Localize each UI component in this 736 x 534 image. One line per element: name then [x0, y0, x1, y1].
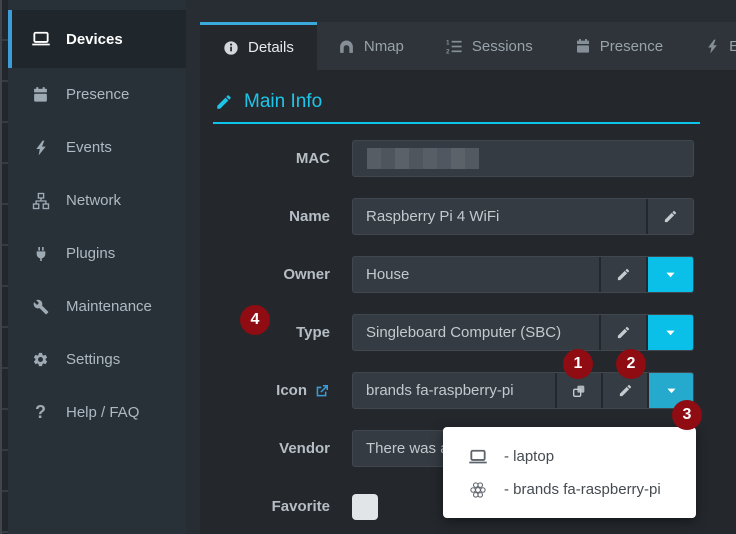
- gear-icon: [30, 351, 51, 368]
- tab-presence[interactable]: Presence: [554, 22, 684, 70]
- section-header: Main Info: [213, 70, 700, 124]
- mac-field[interactable]: [352, 140, 694, 177]
- tab-details[interactable]: Details: [200, 22, 317, 70]
- external-link-icon[interactable]: [314, 383, 330, 399]
- tab-label: Nmap: [364, 38, 404, 55]
- field-label: MAC: [213, 150, 352, 167]
- sidebar-item-label: Help / FAQ: [66, 404, 139, 421]
- tab-events[interactable]: Events: [684, 22, 736, 70]
- edit-name-button[interactable]: [646, 199, 693, 234]
- info-circle-icon: [223, 40, 239, 56]
- pencil-icon: [663, 209, 678, 224]
- dropdown-option-label: - brands fa-raspberry-pi: [504, 481, 661, 498]
- mac-value-redacted: [353, 141, 693, 176]
- sidebar-item-devices[interactable]: Devices: [8, 10, 186, 68]
- section-title-text: Main Info: [244, 91, 322, 113]
- sidebar-item-help[interactable]: ? Help / FAQ: [8, 386, 186, 439]
- tab-sessions[interactable]: 12 Sessions: [425, 22, 554, 70]
- sidebar-item-maintenance[interactable]: Maintenance: [8, 280, 186, 333]
- dropdown-option-raspberry-pi[interactable]: - brands fa-raspberry-pi: [467, 473, 696, 506]
- type-dropdown-button[interactable]: [646, 315, 693, 350]
- calendar-icon: [575, 38, 591, 54]
- annotation-badge-3: 3: [672, 400, 702, 430]
- sidebar-item-presence[interactable]: Presence: [8, 68, 186, 121]
- sidebar-item-label: Settings: [66, 351, 120, 368]
- tab-label: Presence: [600, 38, 663, 55]
- field-row-type: Type Singleboard Computer (SBC): [213, 314, 723, 351]
- svg-text:2: 2: [446, 48, 450, 54]
- raspberry-pi-icon: [467, 481, 489, 499]
- plug-icon: [30, 246, 51, 262]
- field-label: Name: [213, 208, 352, 225]
- field-row-owner: Owner House: [213, 256, 723, 293]
- field-row-name: Name Raspberry Pi 4 WiFi: [213, 198, 723, 235]
- sidebar-item-network[interactable]: Network: [8, 174, 186, 227]
- laptop-icon: [467, 447, 489, 467]
- name-field[interactable]: Raspberry Pi 4 WiFi: [353, 199, 646, 234]
- sidebar: Devices Presence Events Network Plugins …: [8, 0, 186, 534]
- field-row-icon: Icon brands fa-raspberry-pi: [213, 372, 723, 409]
- edit-icon-button[interactable]: [601, 373, 647, 408]
- calendar-icon: [30, 86, 51, 103]
- sidebar-item-settings[interactable]: Settings: [8, 333, 186, 386]
- sidebar-item-label: Devices: [66, 31, 123, 48]
- sidebar-item-label: Maintenance: [66, 298, 152, 315]
- annotation-badge-2: 2: [616, 349, 646, 379]
- pencil-icon: [215, 93, 233, 111]
- sidebar-item-label: Events: [66, 139, 112, 156]
- field-row-mac: MAC: [213, 140, 723, 177]
- annotation-badge-4: 4: [240, 305, 270, 335]
- tab-nmap[interactable]: Nmap: [317, 22, 425, 70]
- pencil-icon: [616, 325, 631, 340]
- copy-icon: [571, 383, 587, 399]
- field-label: Favorite: [213, 498, 352, 515]
- icon-dropdown-menu: - laptop - brands fa-raspberry-pi: [443, 427, 696, 518]
- page-edge-strip: [0, 0, 8, 534]
- caret-down-icon: [665, 384, 678, 397]
- dropdown-option-label: - laptop: [504, 448, 554, 465]
- list-ol-icon: 12: [446, 38, 463, 55]
- field-label: Type: [213, 324, 352, 341]
- type-field[interactable]: Singleboard Computer (SBC): [353, 315, 599, 350]
- dropdown-option-laptop[interactable]: - laptop: [467, 440, 696, 473]
- sidebar-item-label: Plugins: [66, 245, 115, 262]
- tab-label: Events: [729, 38, 736, 55]
- owner-field[interactable]: House: [353, 257, 599, 292]
- owner-dropdown-button[interactable]: [646, 257, 693, 292]
- icon-field[interactable]: brands fa-raspberry-pi: [353, 373, 555, 408]
- favorite-checkbox[interactable]: [352, 494, 378, 520]
- wrench-icon: [30, 299, 51, 315]
- edit-owner-button[interactable]: [599, 257, 646, 292]
- archway-icon: [338, 38, 355, 55]
- bolt-icon: [30, 140, 51, 156]
- svg-text:1: 1: [446, 39, 450, 46]
- caret-down-icon: [664, 326, 677, 339]
- tab-label: Details: [248, 39, 294, 56]
- redacted-mosaic: [367, 148, 479, 169]
- sidebar-item-label: Presence: [66, 86, 129, 103]
- sidebar-item-events[interactable]: Events: [8, 121, 186, 174]
- field-label: Vendor: [213, 440, 352, 457]
- question-icon: ?: [30, 402, 51, 423]
- laptop-icon: [30, 29, 51, 49]
- tab-label: Sessions: [472, 38, 533, 55]
- pencil-icon: [618, 383, 633, 398]
- field-label: Icon: [276, 382, 307, 399]
- field-label: Owner: [213, 266, 352, 283]
- sidebar-item-label: Network: [66, 192, 121, 209]
- sidebar-item-plugins[interactable]: Plugins: [8, 227, 186, 280]
- caret-down-icon: [664, 268, 677, 281]
- annotation-badge-1: 1: [563, 349, 593, 379]
- tab-bar: Details Nmap 12 Sessions Presence Events: [200, 22, 736, 70]
- edit-type-button[interactable]: [599, 315, 646, 350]
- network-icon: [30, 192, 51, 210]
- bolt-icon: [705, 39, 720, 54]
- pencil-icon: [616, 267, 631, 282]
